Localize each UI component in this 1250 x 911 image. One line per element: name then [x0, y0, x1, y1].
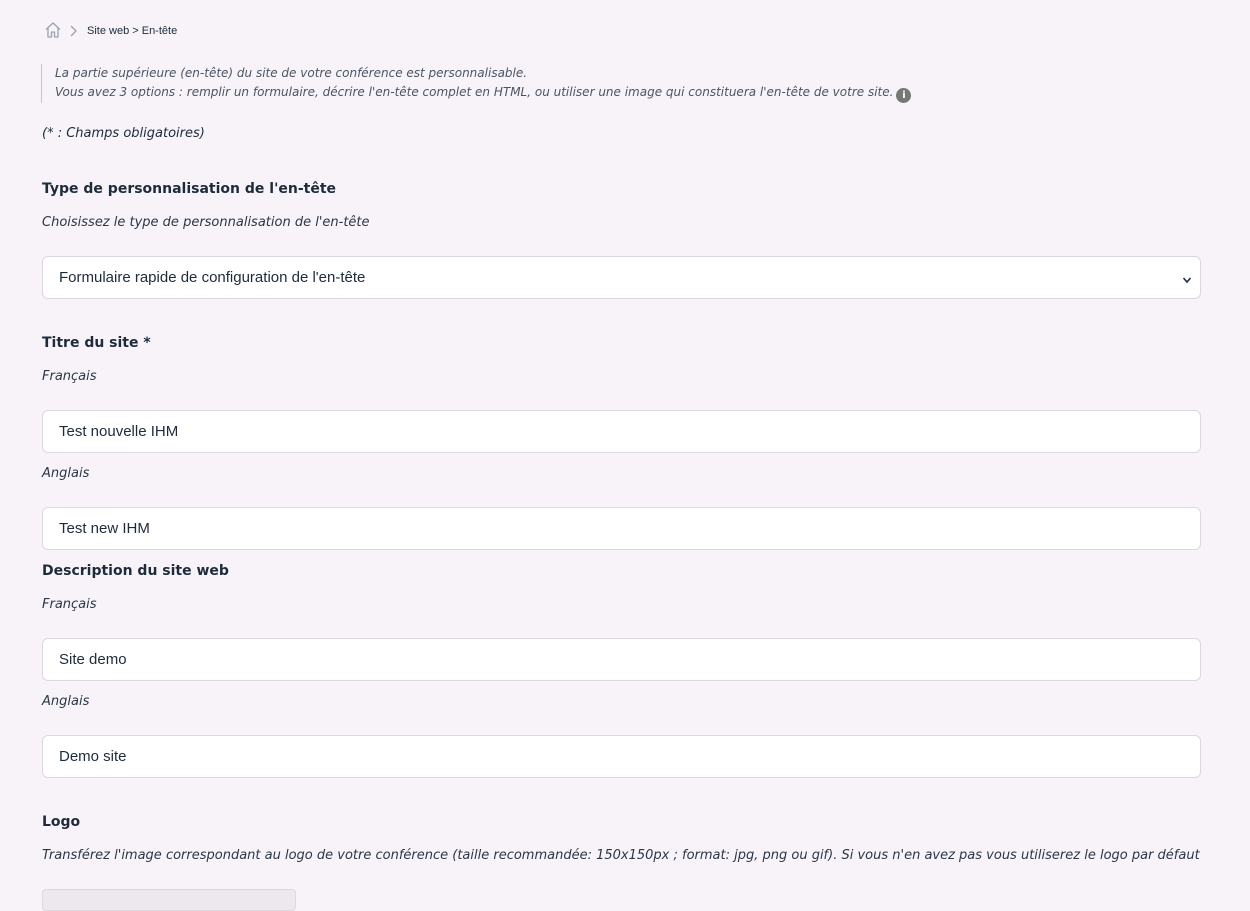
site-description-fr-input[interactable] [59, 651, 1200, 668]
site-title-en-input[interactable] [59, 520, 1200, 537]
site-description-fr-label: Français [42, 597, 97, 612]
breadcrumb: Site web > En-tête [44, 20, 177, 40]
info-line-2: Vous avez 3 options : remplir un formula… [55, 83, 1055, 103]
header-type-select[interactable]: Formulaire rapide de configuration de l'… [42, 256, 1201, 299]
home-icon[interactable] [44, 21, 62, 39]
site-title-fr-input[interactable] [59, 423, 1200, 440]
site-description-en-field[interactable] [42, 735, 1201, 778]
site-description-en-input[interactable] [59, 748, 1200, 765]
site-title-en-field[interactable] [42, 507, 1201, 550]
header-type-selected: Formulaire rapide de configuration de l'… [59, 269, 366, 286]
site-description-fr-field[interactable] [42, 638, 1201, 681]
site-title-heading: Titre du site * [42, 335, 151, 351]
required-fields-note: (* : Champs obligatoires) [42, 126, 205, 141]
site-title-fr-label: Français [42, 369, 97, 384]
info-block: La partie supérieure (en-tête) du site d… [41, 64, 1055, 103]
info-icon[interactable]: i [896, 88, 912, 103]
site-title-en-label: Anglais [42, 466, 90, 481]
breadcrumb-text[interactable]: Site web > En-tête [87, 25, 177, 37]
info-line-2-text: Vous avez 3 options : remplir un formula… [55, 85, 894, 99]
chevron-down-icon [1182, 272, 1192, 284]
header-type-hint: Choisissez le type de personnalisation d… [42, 215, 370, 230]
site-description-en-label: Anglais [42, 694, 90, 709]
logo-upload-button[interactable] [42, 889, 296, 911]
info-line-1: La partie supérieure (en-tête) du site d… [55, 66, 528, 80]
site-title-fr-field[interactable] [42, 410, 1201, 453]
logo-heading: Logo [42, 814, 81, 830]
chevron-right-icon [68, 23, 78, 37]
logo-hint: Transférez l'image correspondant au logo… [42, 848, 1200, 863]
header-type-title: Type de personnalisation de l'en-tête [42, 181, 336, 197]
site-description-heading: Description du site web [42, 563, 229, 579]
